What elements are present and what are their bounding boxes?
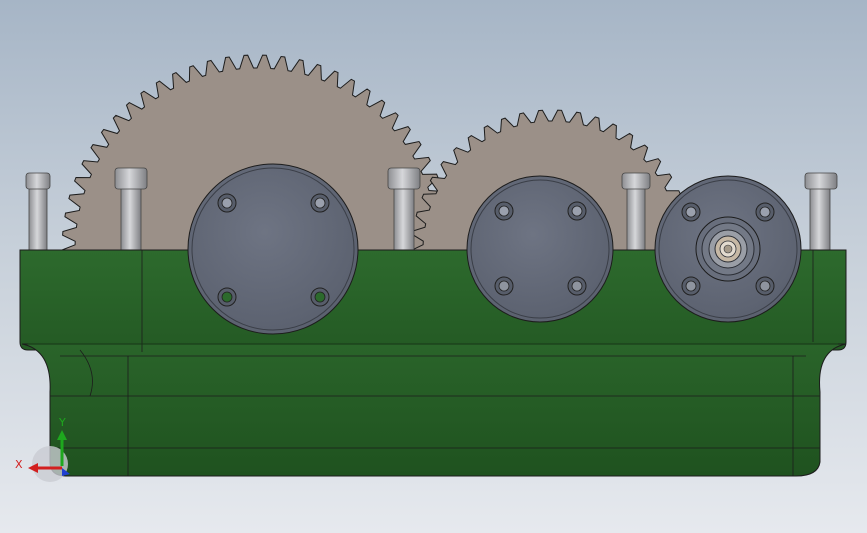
middle-bearing-cover[interactable] — [466, 175, 614, 323]
gearbox-model[interactable]: Y X — [0, 0, 867, 533]
x-axis-label: X — [15, 458, 23, 471]
housing-base — [21, 343, 847, 477]
y-axis-label: Y — [58, 416, 66, 429]
stud-bolt[interactable] — [804, 172, 838, 253]
coordinate-triad: Y X — [15, 416, 70, 482]
output-shaft[interactable] — [695, 216, 761, 282]
right-bearing-cover[interactable] — [654, 175, 802, 323]
stud-bolt[interactable] — [25, 172, 51, 253]
cad-viewport[interactable]: Y X — [0, 0, 867, 533]
left-bearing-cover[interactable] — [187, 163, 359, 335]
